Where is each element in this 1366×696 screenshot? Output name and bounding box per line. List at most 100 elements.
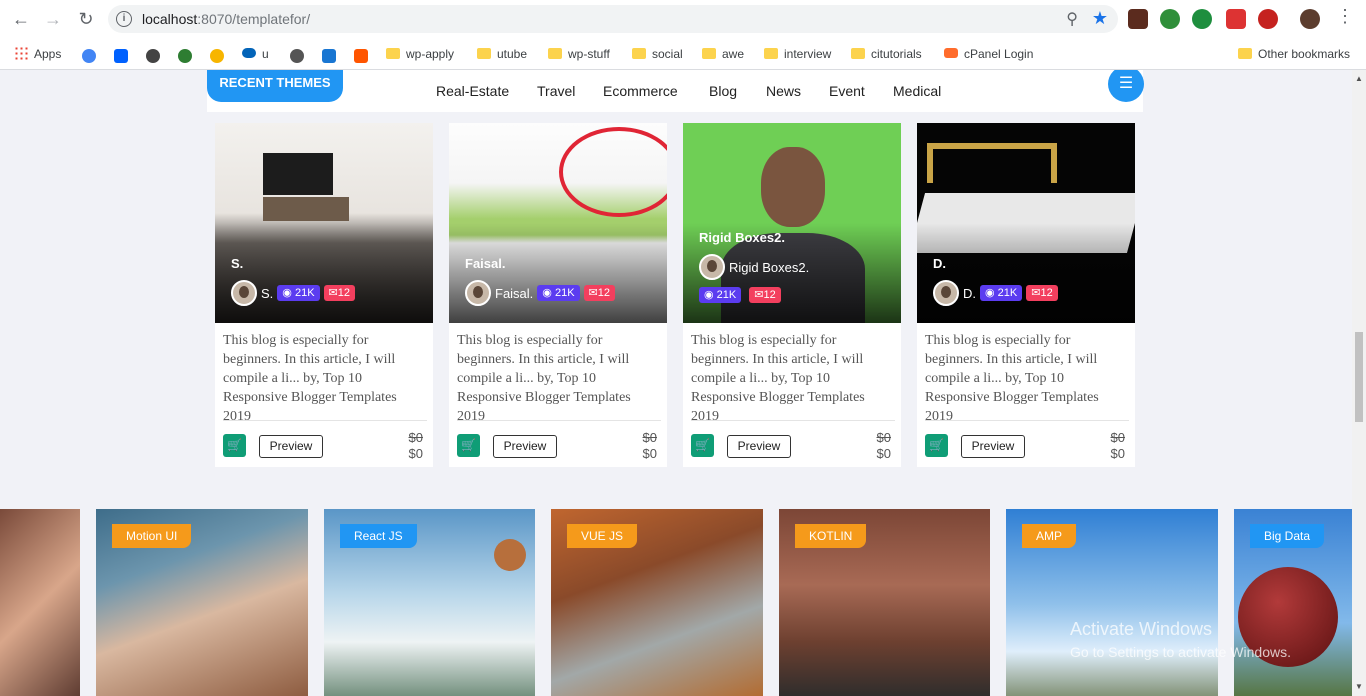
forward-arrow-icon[interactable]: → (42, 8, 64, 30)
bookmark-utube[interactable]: utube (477, 44, 527, 64)
recycle-extension-icon[interactable] (1192, 9, 1212, 29)
theme-name[interactable]: Rigid Boxes2. (699, 230, 785, 245)
cabinet-shape (263, 197, 349, 221)
preview-button[interactable]: Preview (961, 435, 1025, 458)
globe-icon[interactable] (290, 49, 304, 63)
category-ecommerce[interactable]: Ecommerce (603, 83, 678, 99)
extension-icon[interactable] (1128, 9, 1148, 29)
comments-badge: ✉12 (323, 285, 355, 301)
divider (925, 420, 1129, 421)
bookmark-citutorials[interactable]: citutorials (851, 44, 922, 64)
category-card[interactable]: VUE JS (551, 509, 763, 696)
category-medical[interactable]: Medical (893, 83, 941, 99)
bookmark-star-icon[interactable]: ★ (1092, 8, 1108, 29)
scroll-up-icon[interactable]: ▲ (1355, 74, 1363, 83)
category-tag[interactable]: Motion UI (112, 524, 192, 548)
page-content: RECENT THEMES Real-Estate Travel Ecommer… (0, 70, 1352, 696)
extension-icon[interactable] (1226, 9, 1246, 29)
bookmark-awe[interactable]: awe (702, 44, 744, 64)
category-tag[interactable]: KOTLIN (795, 524, 867, 548)
category-real-estate[interactable]: Real-Estate (436, 83, 509, 99)
browser-menu-icon[interactable]: ⋮ (1336, 6, 1354, 27)
author-avatar (465, 280, 491, 306)
theme-card[interactable]: Rigid Boxes2. Rigid Boxes2. ◉ 21K ✉12 Th… (683, 123, 901, 467)
profile-avatar[interactable] (1300, 9, 1320, 29)
category-tag[interactable]: VUE JS (567, 524, 638, 548)
dropbox-icon[interactable] (114, 49, 128, 63)
price: $0 (408, 446, 423, 461)
theme-card[interactable]: S. S. ◉ 21K ✉12 This blog is especially … (215, 123, 433, 467)
soundcloud-icon[interactable] (354, 49, 368, 63)
author-name[interactable]: Faisal. (495, 286, 533, 301)
bookmark-other[interactable]: Other bookmarks (1238, 44, 1350, 64)
theme-name[interactable]: S. (231, 256, 243, 271)
zoom-icon[interactable]: ⚲ (1066, 9, 1078, 29)
reload-icon[interactable]: ↻ (75, 8, 97, 30)
google-icon[interactable] (82, 49, 96, 63)
globe-icon[interactable] (146, 49, 160, 63)
folder-icon (477, 48, 491, 59)
category-tag[interactable]: AMP (1022, 524, 1077, 548)
divider (223, 420, 427, 421)
category-blog[interactable]: Blog (709, 83, 737, 99)
author-name[interactable]: Rigid Boxes2. (729, 260, 809, 275)
author-name[interactable]: S. (261, 286, 273, 301)
page-scrollbar[interactable]: ▲ ▼ (1352, 70, 1366, 696)
bookmark-apps[interactable]: Apps (14, 44, 61, 64)
bookmark-icon[interactable] (178, 49, 192, 63)
divider (691, 420, 895, 421)
extension-icon[interactable] (1258, 9, 1278, 29)
address-bar[interactable]: i localhost:8070/templatefor/ ⚲ ★ (108, 5, 1118, 33)
category-card[interactable]: KOTLIN (779, 509, 990, 696)
bookmark-social[interactable]: social (632, 44, 683, 64)
stats-row: ◉ 21K ✉12 (699, 287, 781, 303)
recent-themes-button[interactable]: RECENT THEMES (207, 70, 343, 102)
author-avatar (933, 280, 959, 306)
category-card[interactable]: Motion UI (96, 509, 308, 696)
category-travel[interactable]: Travel (537, 83, 575, 99)
theme-card[interactable]: D. D. ◉ 21K ✉12 This blog is especially … (917, 123, 1135, 467)
add-to-cart-button[interactable]: 🛒 (925, 434, 948, 457)
theme-name[interactable]: Faisal. (465, 256, 505, 271)
category-event[interactable]: Event (829, 83, 865, 99)
author-avatar (699, 254, 725, 280)
add-to-cart-button[interactable]: 🛒 (457, 434, 480, 457)
bookmark-cpanel[interactable]: cPanel Login (944, 44, 1033, 64)
category-card[interactable]: AMP (1006, 509, 1218, 696)
bee-icon[interactable] (210, 49, 224, 63)
category-tag[interactable]: Big Data (1250, 524, 1325, 548)
theme-name[interactable]: D. (933, 256, 946, 271)
author-name[interactable]: D. (963, 286, 976, 301)
category-tag[interactable]: React JS (340, 524, 417, 548)
theme-card[interactable]: Faisal. Faisal. ◉ 21K ✉12 This blog is e… (449, 123, 667, 467)
category-card[interactable]: React JS (324, 509, 535, 696)
price: $0 (876, 446, 891, 461)
old-price: $0 (642, 430, 657, 445)
folder-icon (702, 48, 716, 59)
bookmark-wp-stuff[interactable]: wp-stuff (548, 44, 610, 64)
category-card[interactable] (0, 509, 80, 696)
back-arrow-icon[interactable]: ← (10, 8, 32, 30)
bookmark-u[interactable]: u (242, 44, 269, 64)
bookmark-interview[interactable]: interview (764, 44, 831, 64)
bookmark-icon[interactable] (322, 49, 336, 63)
category-news[interactable]: News (766, 83, 801, 99)
preview-button[interactable]: Preview (727, 435, 791, 458)
hat-shape (494, 539, 526, 571)
category-card[interactable]: Big Data (1234, 509, 1352, 696)
add-to-cart-button[interactable]: 🛒 (691, 434, 714, 457)
preview-button[interactable]: Preview (493, 435, 557, 458)
address-url[interactable]: localhost:8070/templatefor/ (142, 11, 310, 27)
bookmark-wp-apply[interactable]: wp-apply (386, 44, 454, 64)
site-info-icon[interactable]: i (116, 11, 132, 27)
theme-description: This blog is especially for beginners. I… (925, 333, 1099, 424)
cpanel-icon (944, 48, 958, 58)
theme-description: This blog is especially for beginners. I… (223, 333, 397, 424)
extension-icon[interactable] (1160, 9, 1180, 29)
add-to-cart-button[interactable]: 🛒 (223, 434, 246, 457)
preview-button[interactable]: Preview (259, 435, 323, 458)
views-badge: ◉ 21K (537, 285, 580, 301)
comments-badge: ✉12 (749, 287, 781, 303)
scroll-down-icon[interactable]: ▼ (1355, 682, 1363, 691)
scrollbar-thumb[interactable] (1355, 332, 1363, 422)
